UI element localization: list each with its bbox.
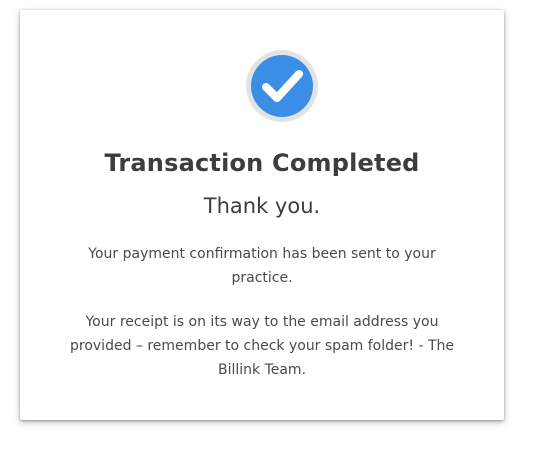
thank-you-text: Thank you. (203, 194, 321, 218)
confirmation-card: Transaction Completed Thank you. Your pa… (20, 10, 504, 420)
payment-confirmation-message: Your payment confirmation has been sent … (88, 246, 436, 286)
check-circle-icon (244, 48, 320, 124)
receipt-message: Your receipt is on its way to the email … (70, 314, 454, 378)
page-title: Transaction Completed (104, 149, 420, 177)
